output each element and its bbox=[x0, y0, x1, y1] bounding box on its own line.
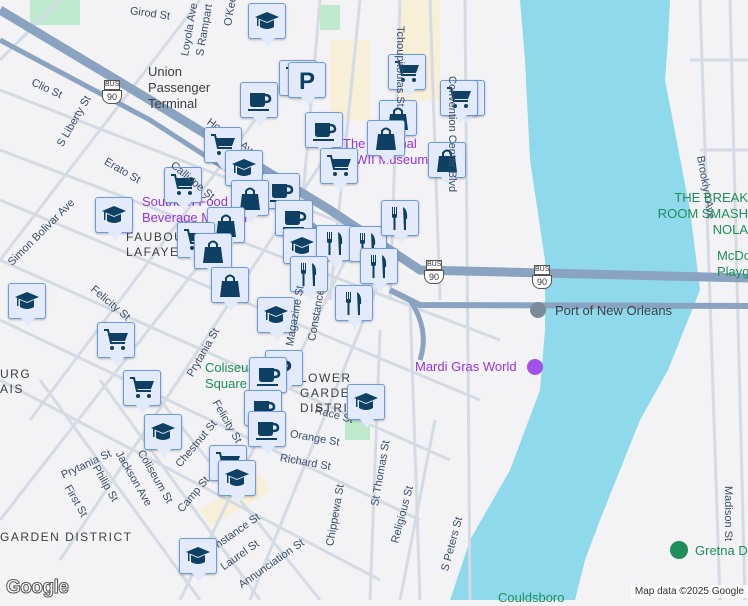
map-marker-education[interactable] bbox=[179, 538, 217, 582]
street-label: Madison St bbox=[722, 486, 734, 542]
coffee-icon bbox=[256, 422, 280, 440]
street-label: Tchoupitoulas St bbox=[394, 26, 406, 107]
map-marker-grocery[interactable] bbox=[97, 322, 135, 366]
map-marker-coffee[interactable] bbox=[240, 82, 278, 126]
map-marker-education[interactable] bbox=[218, 460, 256, 504]
map-marker-education[interactable] bbox=[8, 283, 46, 327]
dining-icon bbox=[301, 263, 317, 286]
park-icon bbox=[670, 541, 688, 559]
museum-icon bbox=[530, 302, 546, 318]
highway-shield: BUS 90 bbox=[102, 80, 122, 106]
place-coliseum-square[interactable]: Coliseum Square bbox=[205, 360, 255, 392]
grocery-icon bbox=[130, 377, 154, 398]
dining-icon bbox=[346, 292, 362, 315]
map-marker-parking[interactable]: P bbox=[288, 62, 326, 106]
education-icon bbox=[264, 306, 288, 323]
district-garden: GARDEN DISTRICT bbox=[0, 530, 133, 544]
education-icon bbox=[15, 292, 39, 309]
map-marker-dining[interactable] bbox=[381, 200, 419, 244]
shopping-icon bbox=[203, 240, 223, 263]
education-icon bbox=[151, 423, 175, 440]
map-marker-education[interactable] bbox=[347, 384, 385, 428]
education-icon bbox=[232, 159, 256, 176]
education-icon bbox=[354, 393, 378, 410]
map-marker-dining[interactable] bbox=[360, 248, 398, 292]
map-marker-shopping[interactable] bbox=[194, 233, 232, 277]
street-label: Convention Center Blvd bbox=[446, 76, 458, 193]
dining-icon bbox=[327, 232, 343, 255]
place-mcdonogh-playground[interactable]: McDonogh Playground bbox=[717, 248, 748, 280]
map-marker-coffee[interactable] bbox=[248, 411, 286, 455]
parking-icon: P bbox=[299, 68, 315, 94]
map-marker-shopping[interactable] bbox=[367, 120, 405, 164]
place-union-passenger-terminal[interactable]: Union Passenger Terminal bbox=[148, 64, 238, 112]
map-marker-education[interactable] bbox=[248, 3, 286, 47]
map-marker-education[interactable] bbox=[144, 414, 182, 458]
coffee-icon bbox=[248, 93, 272, 111]
place-mardi-gras-world[interactable]: Mardi Gras World bbox=[415, 359, 517, 375]
grocery-icon bbox=[327, 155, 351, 176]
coffee-icon bbox=[313, 123, 337, 141]
education-icon bbox=[225, 469, 249, 486]
museum-icon bbox=[527, 359, 543, 375]
place-break-room[interactable]: THE BREAK ROOM SMASH NOLA bbox=[633, 190, 748, 238]
place-couldsboro: Couldsboro bbox=[498, 590, 565, 605]
coffee-icon bbox=[257, 368, 281, 386]
education-icon bbox=[255, 12, 279, 29]
dining-icon bbox=[392, 207, 408, 230]
shopping-icon bbox=[220, 274, 240, 297]
education-icon bbox=[186, 547, 210, 564]
highway-shield: BUS 90 bbox=[532, 265, 552, 291]
mississippi-river bbox=[450, 0, 700, 600]
map-marker-grocery[interactable] bbox=[320, 148, 358, 192]
highway-shield: BUS 90 bbox=[424, 260, 444, 286]
map-marker-coffee[interactable] bbox=[249, 357, 287, 401]
map-marker-dining[interactable] bbox=[335, 285, 373, 329]
shopping-icon bbox=[376, 127, 396, 150]
google-logo: Google bbox=[5, 577, 69, 599]
svg-text:P: P bbox=[299, 68, 315, 94]
map-marker-coffee[interactable] bbox=[305, 112, 343, 156]
education-icon bbox=[102, 206, 126, 223]
place-gretna[interactable]: Gretna D bbox=[695, 543, 748, 559]
district-faubourg-marais: URG AIS bbox=[0, 367, 32, 396]
map-marker-education[interactable] bbox=[95, 197, 133, 241]
place-port-of-new-orleans[interactable]: Port of New Orleans bbox=[555, 303, 672, 319]
map-attribution[interactable]: Map data ©2025 Google bbox=[630, 585, 748, 598]
map-marker-grocery[interactable] bbox=[123, 370, 161, 414]
map-marker-shopping[interactable] bbox=[211, 267, 249, 311]
dining-icon bbox=[371, 255, 387, 278]
grocery-icon bbox=[104, 329, 128, 350]
